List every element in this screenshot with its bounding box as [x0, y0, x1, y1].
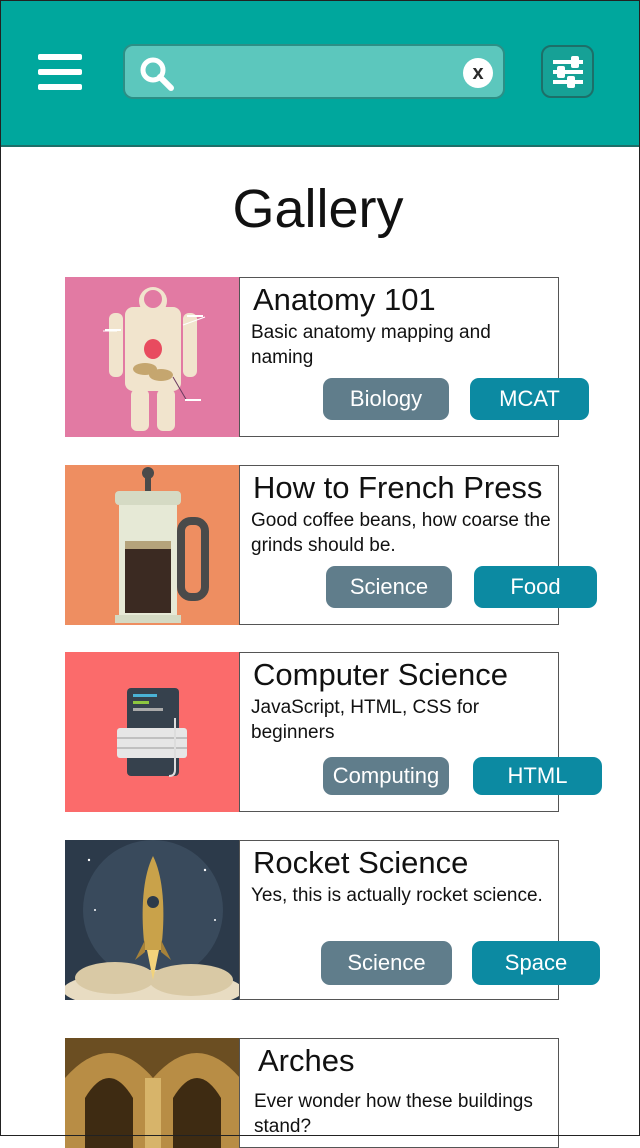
tag-biology[interactable]: Biology — [323, 378, 449, 420]
french-press-thumbnail — [65, 465, 240, 625]
sliders-icon — [553, 56, 583, 88]
computer-science-thumbnail — [65, 652, 240, 812]
card-title: Anatomy 101 — [253, 282, 436, 317]
search-icon[interactable] — [139, 56, 175, 92]
page-title: Gallery — [232, 179, 404, 239]
gallery-card-arches[interactable]: Arches Ever wonder how these buildings s… — [65, 1038, 560, 1148]
card-content: Computer Science JavaScript, HTML, CSS f… — [239, 652, 602, 812]
arches-thumbnail — [65, 1038, 240, 1148]
gallery-card-computer-science[interactable]: Computer Science JavaScript, HTML, CSS f… — [65, 652, 602, 812]
card-title: Rocket Science — [253, 845, 469, 880]
clear-search-icon[interactable]: x — [463, 58, 493, 88]
tag-mcat[interactable]: MCAT — [470, 378, 589, 420]
card-title: Computer Science — [253, 657, 509, 692]
filter-settings-button[interactable] — [541, 45, 594, 98]
gallery-card-french-press[interactable]: How to French Press Good coffee beans, h… — [65, 465, 597, 625]
card-description: JavaScript, HTML, CSS for beginners — [251, 697, 480, 743]
tag-space[interactable]: Space — [472, 941, 600, 985]
card-content: Anatomy 101 Basic anatomy mapping and na… — [239, 277, 589, 437]
card-description: Ever wonder how these buildings stand? — [254, 1091, 533, 1137]
rocket-science-thumbnail — [65, 840, 240, 1000]
anatomy-thumbnail — [65, 277, 240, 437]
tag-food[interactable]: Food — [474, 566, 597, 608]
tag-html[interactable]: HTML — [473, 757, 602, 795]
card-content: Rocket Science Yes, this is actually roc… — [239, 840, 600, 1000]
search-input[interactable] — [185, 54, 459, 92]
card-content: Arches Ever wonder how these buildings s… — [239, 1038, 559, 1148]
card-title: Arches — [258, 1043, 355, 1078]
gallery-card-anatomy[interactable]: Anatomy 101 Basic anatomy mapping and na… — [65, 277, 589, 437]
top-app-bar: x — [0, 0, 640, 147]
search-bar: x — [123, 44, 505, 99]
card-content: How to French Press Good coffee beans, h… — [239, 465, 597, 625]
card-title: How to French Press — [253, 470, 543, 505]
card-description: Basic anatomy mapping and naming — [251, 322, 491, 368]
card-description: Good coffee beans, how coarse the grinds… — [251, 510, 551, 556]
hamburger-menu-icon[interactable] — [34, 52, 86, 92]
tag-science[interactable]: Science — [321, 941, 452, 985]
tag-science[interactable]: Science — [326, 566, 452, 608]
card-description: Yes, this is actually rocket science. — [251, 885, 543, 906]
gallery-card-rocket-science[interactable]: Rocket Science Yes, this is actually roc… — [65, 840, 600, 1000]
tag-computing[interactable]: Computing — [323, 757, 449, 795]
